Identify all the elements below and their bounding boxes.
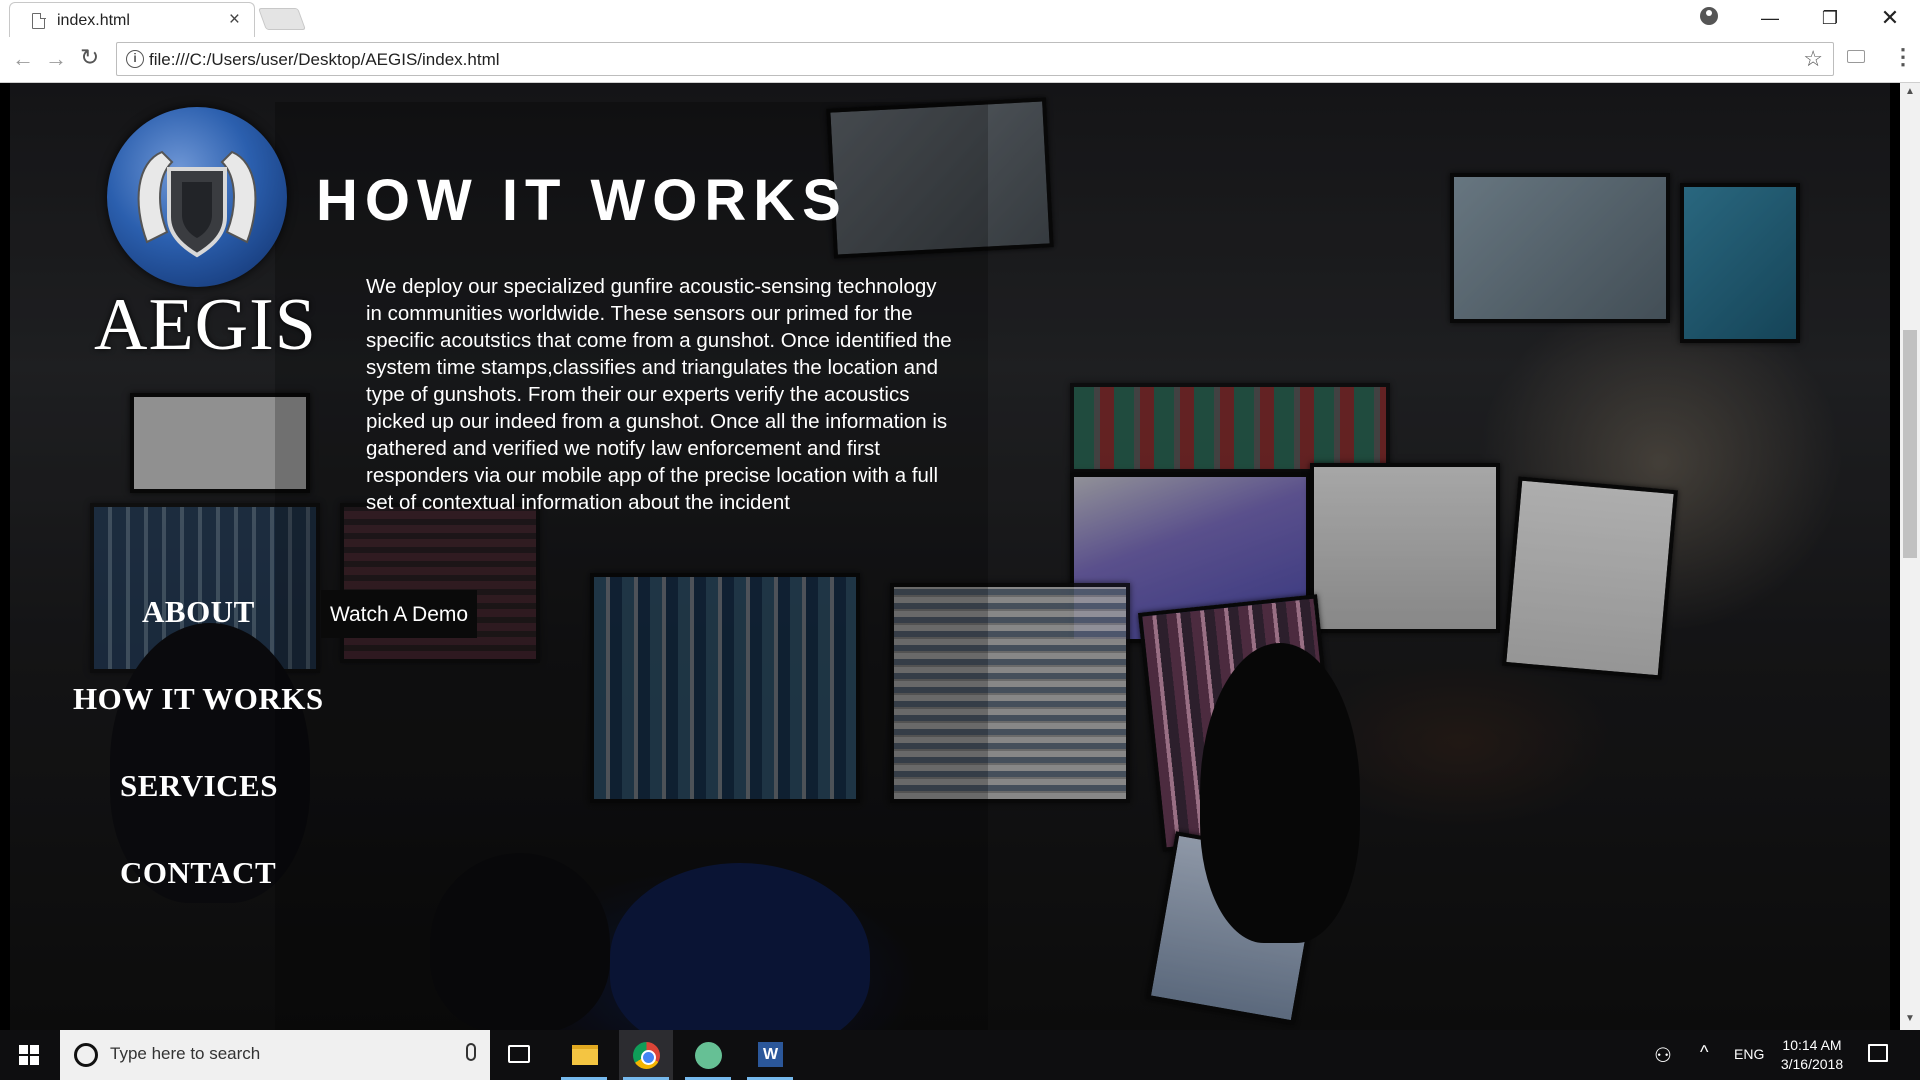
chrome-icon xyxy=(633,1042,660,1069)
tab-title: index.html xyxy=(57,12,130,29)
browser-tab[interactable]: index.html × xyxy=(9,2,255,37)
taskbar-search-box[interactable]: Type here to search xyxy=(60,1030,490,1080)
chevron-up-icon[interactable]: ^ xyxy=(1700,1042,1708,1063)
aegis-logo-emblem[interactable] xyxy=(107,107,287,287)
brand-wordmark[interactable]: AEGIS xyxy=(94,283,317,368)
atom-icon xyxy=(695,1042,722,1069)
windows-logo-icon-pane xyxy=(19,1056,28,1065)
how-it-works-description: We deploy our specialized gunfire acoust… xyxy=(366,275,952,514)
language-indicator[interactable]: ENG xyxy=(1734,1046,1764,1062)
taskbar-app-word[interactable]: W xyxy=(743,1030,797,1080)
people-icon[interactable]: ⚇ xyxy=(1654,1043,1672,1068)
winged-shield-icon xyxy=(137,150,257,258)
reload-icon[interactable]: ↻ xyxy=(80,44,99,71)
clock-date: 3/16/2018 xyxy=(1780,1056,1844,1072)
scroll-up-arrow-icon[interactable]: ▲ xyxy=(1905,86,1915,97)
close-window-button[interactable]: ✕ xyxy=(1860,2,1920,34)
page-title: HOW IT WORKS xyxy=(316,168,848,233)
content-panel xyxy=(275,102,988,1030)
taskbar-app-atom[interactable] xyxy=(681,1030,735,1080)
maximize-button[interactable]: ❐ xyxy=(1800,2,1860,34)
tab-close-icon[interactable]: × xyxy=(229,9,240,31)
page-viewport: AEGIS HOW IT WORKS We deploy our special… xyxy=(0,83,1920,1030)
windows-taskbar: Type here to search W ⚇ ^ ENG 10:14 AM 3… xyxy=(0,1030,1920,1080)
windows-logo-icon-pane xyxy=(30,1045,39,1054)
nav-link-contact[interactable]: CONTACT xyxy=(120,855,276,891)
browser-toolbar: ← → ↻ i file:///C:/Users/user/Desktop/AE… xyxy=(0,37,1920,83)
file-icon xyxy=(32,12,46,29)
forward-arrow-icon[interactable]: → xyxy=(45,46,67,72)
clock[interactable]: 10:14 AM 3/16/2018 xyxy=(1780,1036,1844,1074)
info-icon[interactable]: i xyxy=(126,50,144,68)
microphone-icon[interactable] xyxy=(466,1043,476,1061)
file-explorer-icon xyxy=(572,1045,598,1065)
taskbar-app-chrome[interactable] xyxy=(619,1030,673,1080)
back-arrow-icon[interactable]: ← xyxy=(12,46,34,72)
menu-kebab-icon[interactable]: ⋮ xyxy=(1892,44,1914,70)
new-tab-button[interactable] xyxy=(257,8,307,30)
start-button[interactable] xyxy=(0,1030,58,1080)
extension-icon[interactable] xyxy=(1847,50,1865,63)
watch-demo-button[interactable]: Watch A Demo xyxy=(321,590,477,638)
taskbar-app-file-explorer[interactable] xyxy=(557,1030,611,1080)
url-text[interactable]: file:///C:/Users/user/Desktop/AEGIS/inde… xyxy=(149,50,500,70)
screen: index.html × — ❐ ✕ ← → ↻ i file:///C:/Us… xyxy=(0,0,1920,1080)
scrollbar-thumb[interactable] xyxy=(1903,330,1917,558)
address-bar[interactable]: i file:///C:/Users/user/Desktop/AEGIS/in… xyxy=(116,42,1834,76)
task-view-icon[interactable] xyxy=(508,1045,530,1063)
nav-link-services[interactable]: SERVICES xyxy=(120,768,278,804)
minimize-button[interactable]: — xyxy=(1740,2,1800,34)
notification-icon[interactable] xyxy=(1868,1044,1888,1062)
search-placeholder[interactable]: Type here to search xyxy=(110,1044,260,1064)
scroll-down-arrow-icon[interactable]: ▼ xyxy=(1905,1013,1915,1024)
bookmark-star-icon[interactable]: ☆ xyxy=(1803,46,1823,72)
cortana-icon[interactable] xyxy=(74,1043,98,1067)
windows-logo-icon xyxy=(19,1045,28,1054)
nav-link-about[interactable]: ABOUT xyxy=(142,594,255,630)
account-icon[interactable] xyxy=(1700,7,1718,25)
nav-link-how-it-works[interactable]: HOW IT WORKS xyxy=(73,681,324,717)
windows-logo-icon-pane xyxy=(30,1056,39,1065)
hero-background-photo: AEGIS HOW IT WORKS We deploy our special… xyxy=(10,83,1890,1030)
word-icon: W xyxy=(758,1042,783,1067)
browser-tabstrip: index.html × — ❐ ✕ xyxy=(0,0,1920,37)
clock-time: 10:14 AM xyxy=(1782,1037,1842,1053)
vertical-scrollbar[interactable]: ▲ ▼ xyxy=(1900,83,1920,1030)
